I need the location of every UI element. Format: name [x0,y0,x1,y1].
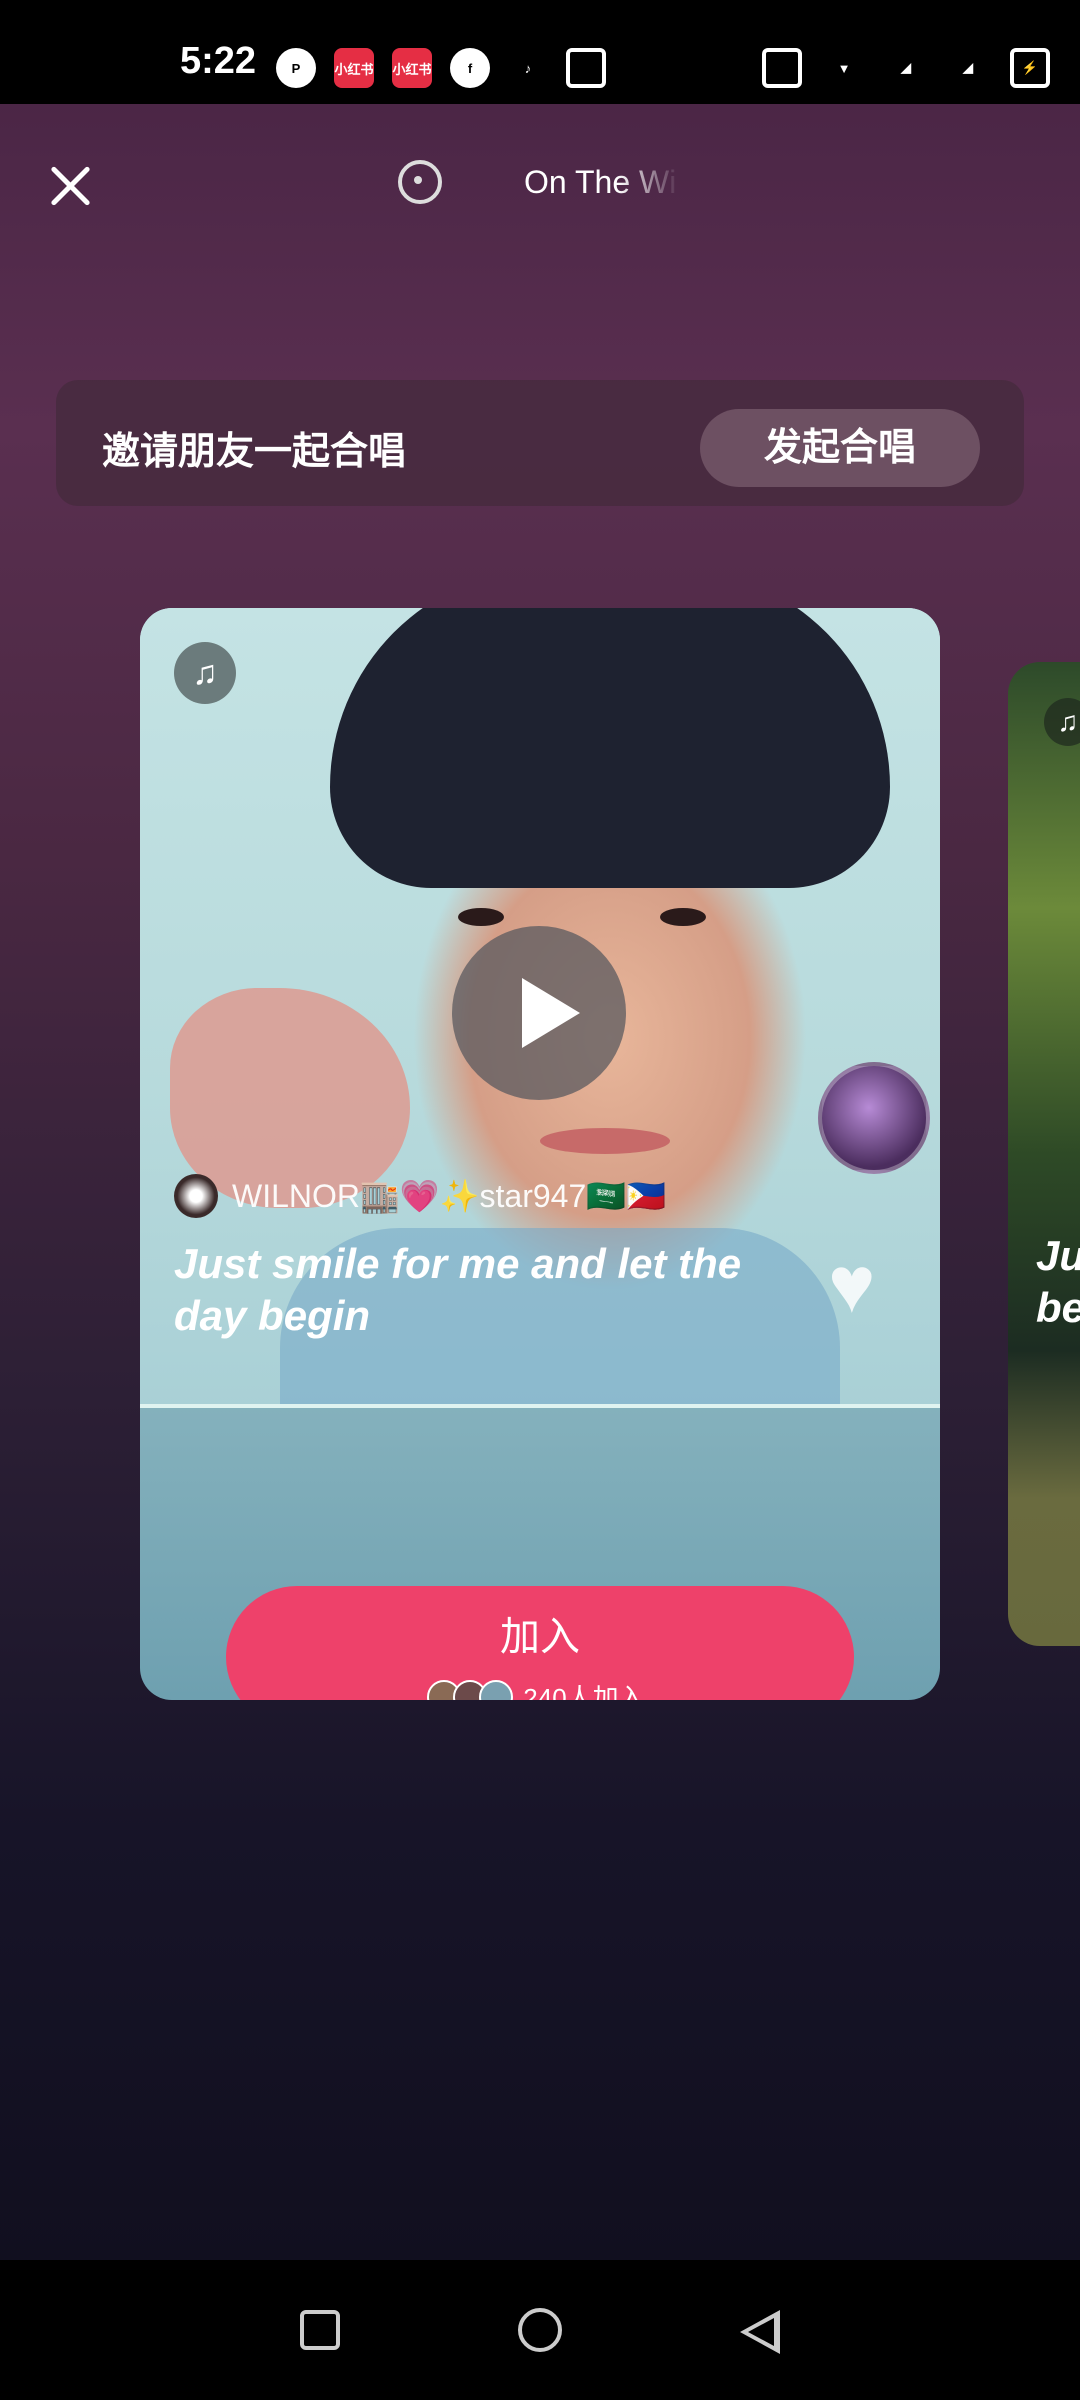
avatar [479,1679,514,1700]
status-bar: 5:22 P 小红书 小红书 f ♪ ▼ ◢ ◢ ⚡ [0,0,1080,104]
wifi-icon: ▼ [837,60,851,76]
join-count-row: 240人加入 [226,1678,854,1700]
user-avatar [174,1174,218,1218]
user-row[interactable]: WILNOR🏬💗✨star947🇸🇦🇵🇭 [174,1174,666,1218]
join-button[interactable]: 加入 240人加入 [226,1586,854,1700]
join-count: 240人加入 [523,1683,645,1700]
song-title: On The Wi [524,164,677,200]
invite-panel: 邀请朋友一起合唱 发起合唱 [56,380,1024,506]
invite-text: 邀请朋友一起合唱 [102,431,407,473]
system-nav-bar [0,2260,1080,2400]
facebook-icon: f [450,48,490,88]
play-icon[interactable] [452,926,626,1100]
pinterest-icon: P [276,48,316,88]
battery-charging-icon: ⚡ [1010,48,1050,88]
status-time: 5:22 [180,40,257,82]
xiaohongshu-icon: 小红书 [334,48,374,88]
music-note-icon: ♫ [174,642,236,704]
chorus-screen: On The Wi 邀请朋友一起合唱 发起合唱 ♫ WILNOR🏬💗✨star9… [0,104,1080,2260]
join-label: 加入 [500,1615,580,1659]
avatar[interactable] [818,1062,930,1174]
next-lyric-text: Ju be [1036,1232,1080,1331]
music-note-icon: ♫ [1044,698,1080,746]
close-icon[interactable] [44,160,96,212]
heart-icon[interactable]: ♥ [828,1245,910,1325]
username: WILNOR🏬💗✨star947🇸🇦🇵🇭 [232,1178,666,1214]
start-chorus-button[interactable]: 发起合唱 [700,409,980,487]
notification-icons: P 小红书 小红书 f ♪ [276,48,606,88]
recents-icon[interactable] [300,2310,340,2350]
wallet-icon [566,48,606,88]
participant-avatars [427,1679,514,1700]
xiaohongshu-icon: 小红书 [392,48,432,88]
vibrate-icon [762,48,802,88]
chorus-card[interactable]: ♫ WILNOR🏬💗✨star947🇸🇦🇵🇭 Just smile for me… [140,608,940,1700]
next-chorus-card[interactable]: ♫ Ju be [1008,662,1080,1646]
signal-icon: ◢ [901,60,911,75]
back-icon[interactable] [740,2310,780,2354]
signal-icon: ◢ [963,60,973,75]
lyric-text: Just smile for me and let the day begin [174,1240,742,1339]
tiktok-icon: ♪ [524,60,532,76]
system-icons: ▼ ◢ ◢ ⚡ [762,48,1050,88]
music-disc-icon [398,160,442,204]
home-icon[interactable] [518,2308,562,2352]
divider [140,1404,940,1408]
